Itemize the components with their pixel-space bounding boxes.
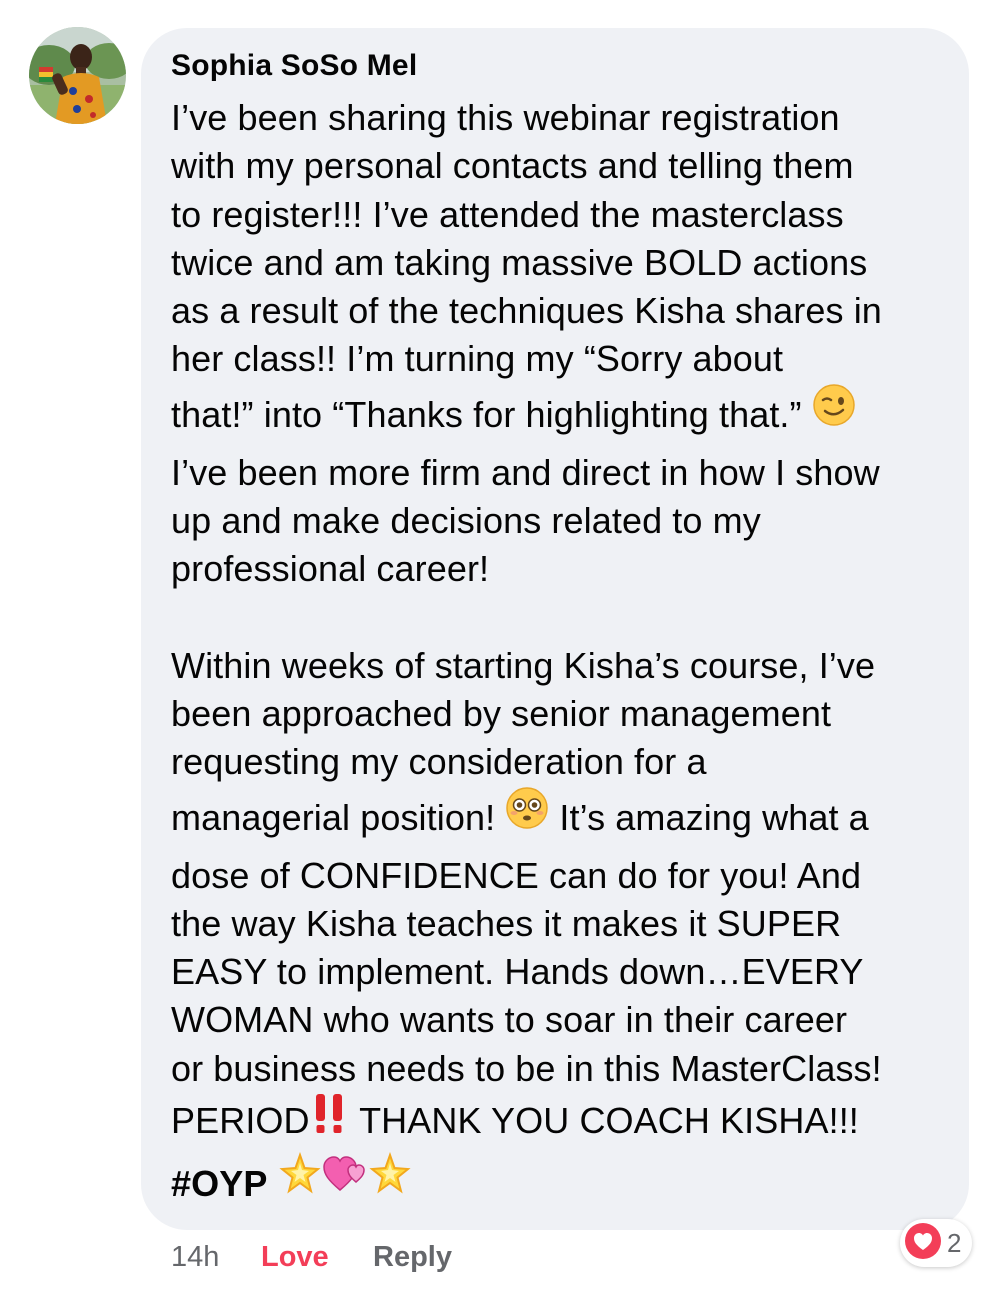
comment-line: as a result of the techniques Kisha shar… — [171, 290, 882, 332]
comment-line: I’ve been sharing this webinar registrat… — [171, 97, 840, 138]
comment-line: dose of CONFIDENCE can do for you! And — [171, 854, 862, 896]
comment-line-with-emoji: managerial position! It’s amazing what a — [171, 786, 949, 852]
avatar-photo — [29, 27, 126, 124]
comment-line: her class!! I’m turning my “Sorry about — [171, 338, 784, 380]
comment-line: Within weeks of starting Kisha’s course,… — [171, 644, 876, 686]
flushed-face-icon — [505, 786, 549, 849]
comment-timestamp[interactable]: 14h — [171, 1241, 261, 1274]
glowing-star-icon — [278, 1151, 322, 1215]
comment-author[interactable]: Sophia SoSo Mel — [171, 48, 949, 84]
comment-line: It’s amazing what a — [549, 796, 869, 838]
comment-body: I’ve been sharing this webinar registrat… — [171, 94, 949, 1218]
comment-line: that!” into “Thanks for highlighting tha… — [171, 393, 802, 435]
love-reaction-icon — [904, 1222, 942, 1265]
comment-line: to register!!! I’ve attended the masterc… — [171, 193, 844, 235]
comment-paragraph-2: Within weeks of starting Kisha’s course,… — [171, 642, 949, 1218]
comment-line-with-emoji: PERIOD THANK YOU COACH KISHA!!! — [171, 1093, 949, 1153]
reaction-summary[interactable]: 2 — [900, 1219, 972, 1267]
love-reaction-button[interactable]: Love — [261, 1241, 373, 1274]
comment-line: managerial position! — [171, 796, 496, 838]
glowing-star-icon — [368, 1151, 412, 1215]
comment-line: I’ve been more firm and direct in how I … — [171, 451, 880, 493]
comment-line-with-emoji: #OYP — [171, 1151, 949, 1218]
hashtag-link[interactable]: #OYP — [171, 1163, 267, 1204]
comment-line: up and make decisions related to my — [171, 500, 761, 542]
two-hearts-icon — [322, 1152, 368, 1215]
reply-button[interactable]: Reply — [373, 1241, 452, 1274]
comment-line: the way Kisha teaches it makes it SUPER — [171, 902, 842, 944]
comment-line: requesting my consideration for a — [171, 741, 707, 783]
comment-line: been approached by senior management — [171, 692, 832, 734]
comment-line: professional career! — [171, 548, 490, 590]
double-exclamation-icon — [310, 1091, 350, 1150]
comment-actions: 14h Love Reply — [171, 1234, 452, 1280]
winking-face-icon — [812, 383, 856, 446]
comment-line: THANK YOU COACH KISHA!!! — [349, 1100, 859, 1142]
comment-line: or business needs to be in this MasterCl… — [171, 1047, 882, 1089]
avatar[interactable] — [29, 27, 126, 124]
comment-line: PERIOD — [171, 1100, 310, 1142]
reaction-count: 2 — [947, 1227, 962, 1258]
comment-line: WOMAN who wants to soar in their career — [171, 999, 848, 1041]
comment-bubble: Sophia SoSo Mel I’ve been sharing this w… — [141, 28, 969, 1230]
comment-line-with-emoji: that!” into “Thanks for highlighting tha… — [171, 384, 949, 449]
comment-line: with my personal contacts and telling th… — [171, 145, 854, 187]
comment-line: twice and am taking massive BOLD actions — [171, 241, 868, 283]
comment-line: EASY to implement. Hands down…EVERY — [171, 951, 864, 993]
